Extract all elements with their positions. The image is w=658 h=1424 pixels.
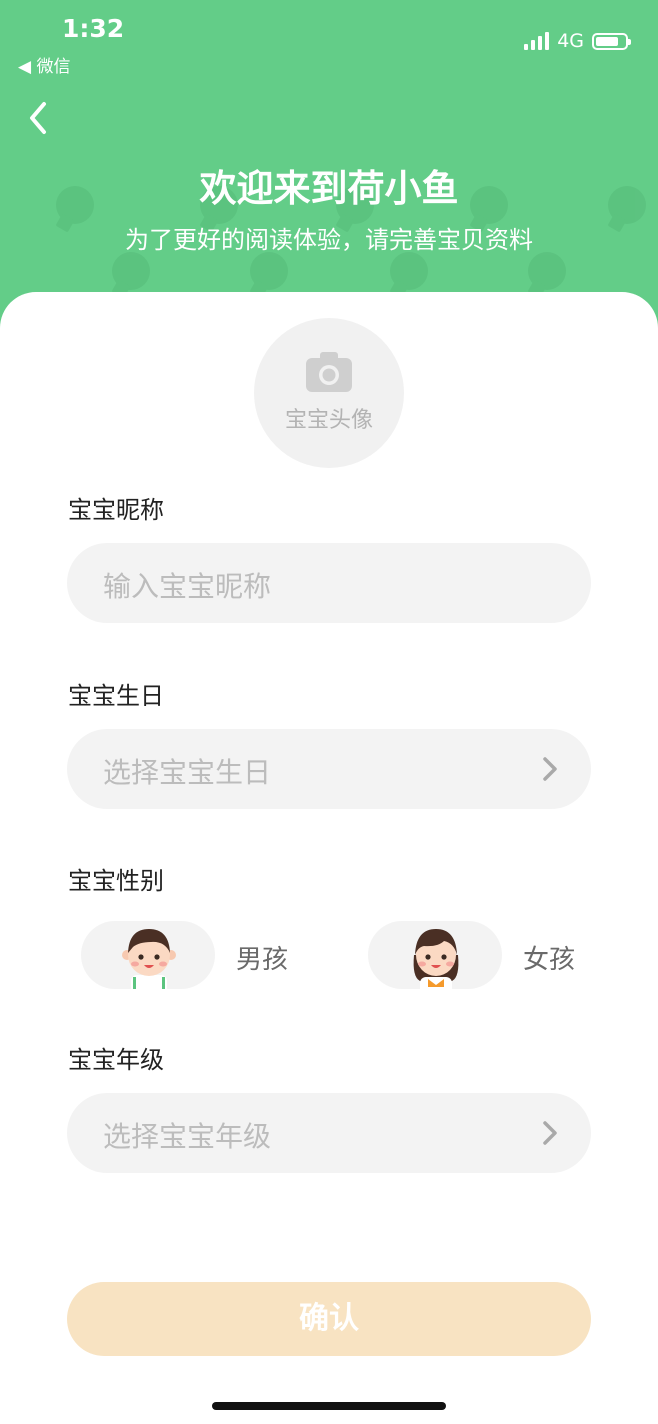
back-button[interactable]: [20, 96, 60, 140]
page-subtitle: 为了更好的阅读体验，请完善宝贝资料: [125, 226, 533, 254]
nickname-placeholder: 输入宝宝昵称: [103, 570, 272, 603]
grade-picker[interactable]: 选择宝宝年级: [67, 1093, 591, 1173]
confirm-button[interactable]: 确认: [67, 1282, 591, 1356]
home-indicator[interactable]: [212, 1402, 446, 1410]
page-title: 欢迎来到荷小鱼: [199, 167, 459, 210]
bubble-decoration: [250, 252, 288, 290]
bubble-decoration: [528, 252, 566, 290]
status-time: 1:32: [62, 14, 125, 43]
nickname-label: 宝宝昵称: [68, 496, 164, 524]
grade-label: 宝宝年级: [68, 1046, 164, 1074]
girl-avatar-pill[interactable]: [368, 921, 502, 989]
chevron-left-icon: [30, 102, 46, 134]
birthday-label: 宝宝生日: [68, 682, 164, 710]
battery-icon: [592, 32, 631, 50]
network-type: 4G: [557, 30, 584, 52]
birthday-placeholder: 选择宝宝生日: [103, 756, 272, 789]
signal-icon: [524, 32, 550, 50]
avatar-label: 宝宝头像: [284, 408, 373, 433]
birthday-picker[interactable]: 选择宝宝生日: [67, 729, 591, 809]
boy-avatar-pill[interactable]: [81, 921, 215, 989]
boy-avatar-icon: [122, 929, 176, 989]
girl-label[interactable]: 女孩: [523, 939, 575, 976]
bubble-decoration: [390, 252, 428, 290]
gender-label: 宝宝性别: [68, 867, 164, 895]
header-banner: 1:32 ◀ 微信 4G 欢迎来到荷小鱼 为了更好的阅读体验，请完善宝贝资料: [0, 0, 658, 330]
chevron-right-icon: [543, 1121, 557, 1145]
bubble-decoration: [112, 252, 150, 290]
back-to-app-link[interactable]: ◀ 微信: [18, 52, 70, 77]
nickname-input[interactable]: 输入宝宝昵称: [67, 543, 591, 623]
camera-icon: [306, 352, 352, 392]
girl-avatar-icon: [413, 929, 459, 989]
avatar-upload[interactable]: 宝宝头像: [254, 318, 404, 468]
chevron-right-icon: [543, 757, 557, 781]
status-indicators: 4G: [524, 30, 631, 52]
gender-option-girl[interactable]: 女孩: [368, 921, 588, 989]
grade-placeholder: 选择宝宝年级: [103, 1120, 272, 1153]
gender-option-boy[interactable]: 男孩: [81, 921, 301, 989]
boy-label[interactable]: 男孩: [236, 939, 288, 976]
